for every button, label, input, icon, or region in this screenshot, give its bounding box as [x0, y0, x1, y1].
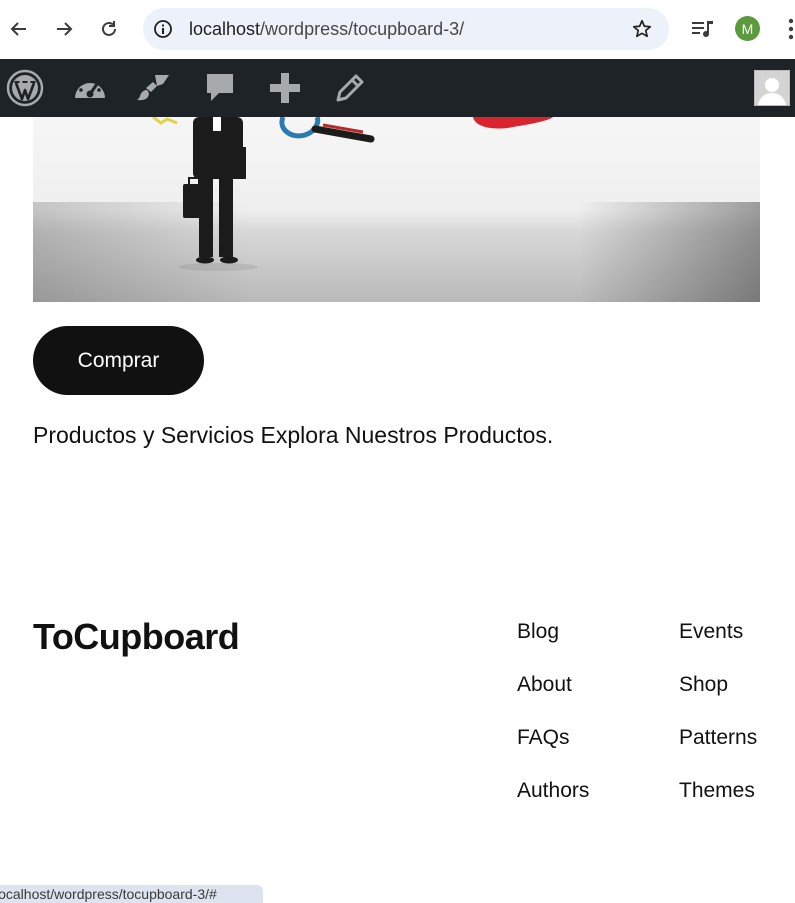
customize-brush-icon[interactable]: [134, 69, 174, 107]
url-path: /wordpress/tocupboard-3/: [260, 19, 465, 39]
footer-link-blog[interactable]: Blog: [517, 620, 559, 644]
wordpress-logo-icon[interactable]: [5, 69, 45, 107]
comprar-button[interactable]: Comprar: [33, 326, 204, 395]
site-info-icon[interactable]: [153, 19, 173, 39]
footer-link-themes[interactable]: Themes: [679, 779, 755, 803]
wp-admin-bar: [0, 59, 795, 117]
address-bar[interactable]: localhost/wordpress/tocupboard-3/: [143, 8, 669, 50]
link-status-bubble: localhost/wordpress/tocupboard-3/#: [0, 885, 263, 903]
url-text: localhost/wordpress/tocupboard-3/: [189, 19, 464, 40]
profile-avatar[interactable]: M: [735, 16, 760, 41]
url-host: localhost: [189, 19, 261, 39]
footer-link-about[interactable]: About: [517, 673, 572, 697]
browser-toolbar: localhost/wordpress/tocupboard-3/ M: [0, 0, 795, 59]
comments-icon[interactable]: [200, 69, 240, 107]
new-content-plus-icon[interactable]: [265, 69, 305, 107]
footer-link-shop[interactable]: Shop: [679, 673, 728, 697]
media-controls-icon[interactable]: [690, 17, 716, 41]
back-icon[interactable]: [4, 14, 34, 44]
site-title[interactable]: ToCupboard: [33, 616, 240, 658]
forward-icon[interactable]: [49, 14, 79, 44]
footer-link-events[interactable]: Events: [679, 620, 743, 644]
footer-link-authors[interactable]: Authors: [517, 779, 589, 803]
edit-pencil-icon[interactable]: [330, 69, 370, 107]
footer-link-patterns[interactable]: Patterns: [679, 726, 757, 750]
menu-kebab-icon[interactable]: [783, 16, 795, 42]
tagline-text: Productos y Servicios Explora Nuestros P…: [33, 422, 554, 448]
status-url-text: localhost/wordpress/tocupboard-3/#: [0, 886, 217, 902]
dashboard-gauge-icon[interactable]: [70, 69, 110, 107]
footer-link-faqs[interactable]: FAQs: [517, 726, 570, 750]
user-avatar[interactable]: [754, 70, 790, 106]
bookmark-star-icon[interactable]: [631, 18, 653, 40]
hero-image: [33, 117, 760, 302]
reload-icon[interactable]: [94, 14, 124, 44]
